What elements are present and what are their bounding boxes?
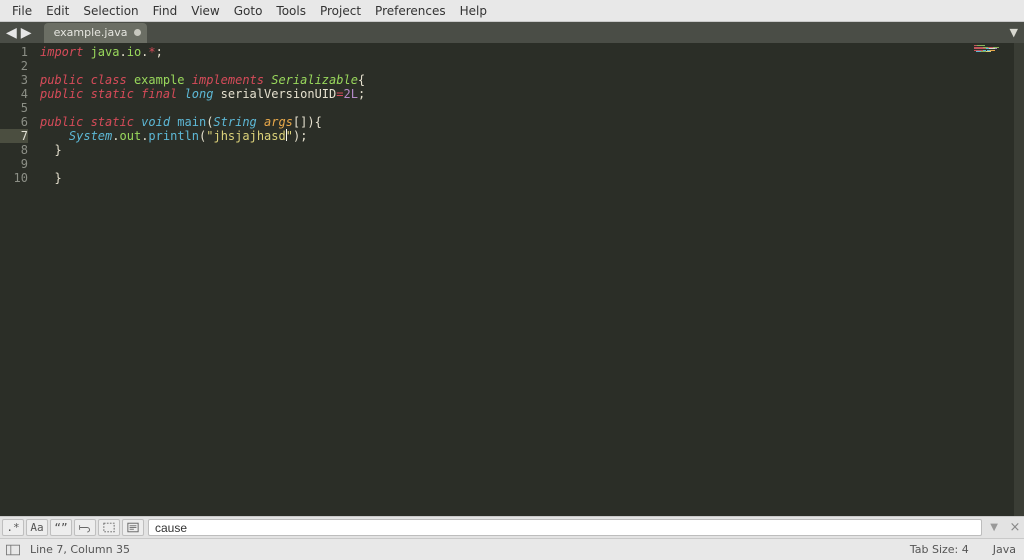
menu-view[interactable]: View (185, 2, 225, 20)
find-bar: .* Aa “” ▼ × (0, 516, 1024, 538)
editor-scrollbar[interactable] (1014, 43, 1024, 516)
status-cursor-pos[interactable]: Line 7, Column 35 (30, 543, 130, 556)
gutter-line[interactable]: 2 (0, 59, 28, 73)
code-line: public static void main(String args[]){ (34, 115, 1024, 129)
code-editor[interactable]: 12345678910 import java.io.*; public cla… (0, 43, 1024, 516)
code-line: import java.io.*; (34, 45, 1024, 59)
gutter-line[interactable]: 8 (0, 143, 28, 157)
find-close-icon[interactable]: × (1008, 520, 1022, 535)
gutter: 12345678910 (0, 43, 34, 516)
tab-bar: ◀ ▶ example.java ▼ (0, 22, 1024, 43)
gutter-line[interactable]: 3 (0, 73, 28, 87)
tab-next-icon[interactable]: ▶ (21, 26, 32, 40)
code-line (34, 157, 1024, 171)
gutter-line[interactable]: 7 (0, 129, 28, 143)
gutter-line[interactable]: 9 (0, 157, 28, 171)
gutter-line[interactable]: 1 (0, 45, 28, 59)
tab-prev-icon[interactable]: ◀ (6, 26, 17, 40)
find-case-toggle[interactable]: Aa (26, 519, 48, 536)
code-line (34, 101, 1024, 115)
menu-help[interactable]: Help (454, 2, 493, 20)
code-line: public static final long serialVersionUI… (34, 87, 1024, 101)
tab-file-label: example.java (54, 26, 128, 39)
status-bar: Line 7, Column 35 Tab Size: 4 Java (0, 538, 1024, 560)
menu-goto[interactable]: Goto (228, 2, 269, 20)
gutter-line[interactable]: 4 (0, 87, 28, 101)
find-regex-toggle[interactable]: .* (2, 519, 24, 536)
menubar: File Edit Selection Find View Goto Tools… (0, 0, 1024, 22)
menu-selection[interactable]: Selection (77, 2, 144, 20)
tab-nav: ◀ ▶ (0, 22, 38, 43)
code-line: System.out.println("jhsjajhasd"); (34, 129, 1024, 143)
menu-edit[interactable]: Edit (40, 2, 75, 20)
code-line: } (34, 171, 1024, 185)
tab-file[interactable]: example.java (44, 23, 148, 43)
find-history-icon[interactable]: ▼ (986, 522, 1002, 533)
find-wholeword-toggle[interactable]: “” (50, 519, 72, 536)
gutter-line[interactable]: 5 (0, 101, 28, 115)
find-inselection-toggle[interactable] (98, 519, 120, 536)
panel-switch-icon[interactable] (6, 544, 20, 556)
find-input[interactable] (148, 519, 982, 536)
code-line: public class example implements Serializ… (34, 73, 1024, 87)
code-line (34, 59, 1024, 73)
menu-tools[interactable]: Tools (270, 2, 312, 20)
gutter-line[interactable]: 10 (0, 171, 28, 185)
find-wrap-toggle[interactable] (74, 519, 96, 536)
menu-find[interactable]: Find (147, 2, 184, 20)
status-tab-size[interactable]: Tab Size: 4 (910, 543, 969, 556)
status-language[interactable]: Java (993, 543, 1016, 556)
gutter-line[interactable]: 6 (0, 115, 28, 129)
code-line: } (34, 143, 1024, 157)
tab-overflow-icon[interactable]: ▼ (1010, 26, 1018, 39)
menu-preferences[interactable]: Preferences (369, 2, 452, 20)
menu-file[interactable]: File (6, 2, 38, 20)
find-highlight-toggle[interactable] (122, 519, 144, 536)
code-area[interactable]: import java.io.*; public class example i… (34, 43, 1024, 516)
tab-dirty-icon (134, 29, 141, 36)
menu-project[interactable]: Project (314, 2, 367, 20)
